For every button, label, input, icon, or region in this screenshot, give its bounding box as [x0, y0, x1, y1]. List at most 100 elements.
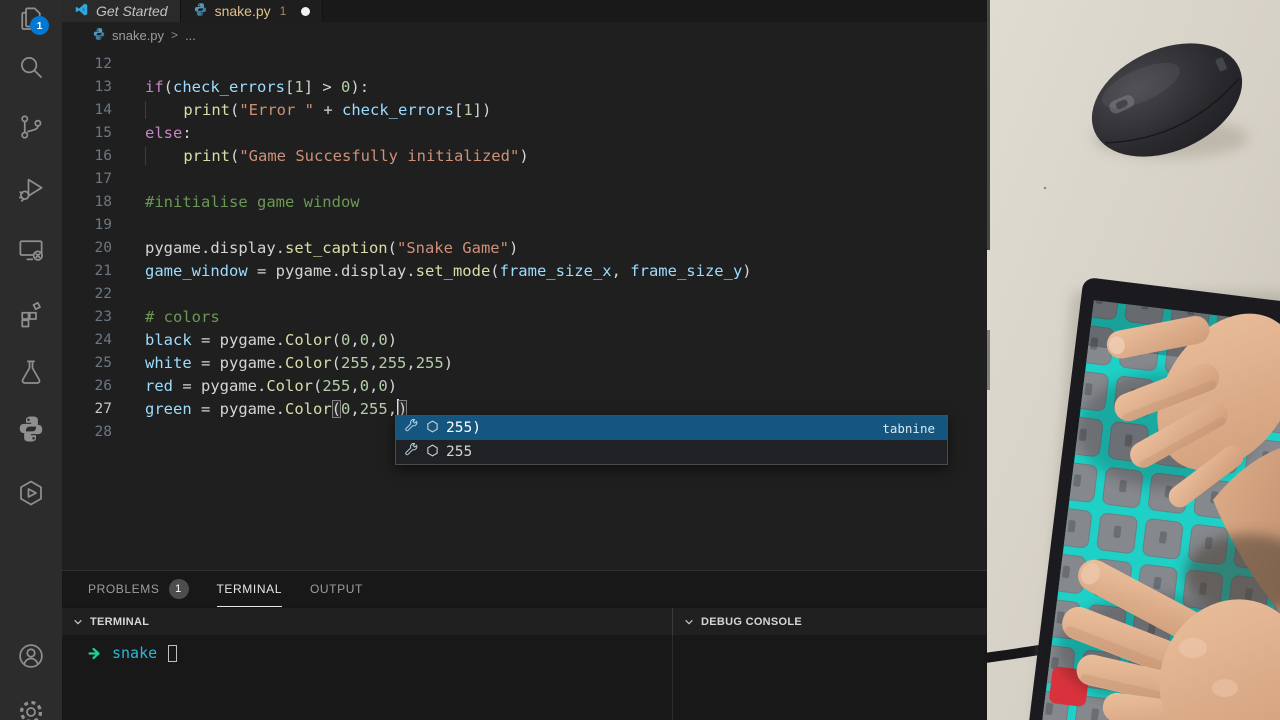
extensions-icon [16, 300, 46, 335]
activity-bar-item-extensions[interactable] [0, 300, 62, 340]
code-line[interactable]: 15 else: [62, 122, 987, 145]
breadcrumb-file[interactable]: snake.py [112, 28, 164, 43]
code-line[interactable]: 25 white = pygame.Color(255,255,255) [62, 352, 987, 375]
line-number: 28 [94, 424, 112, 440]
code-line[interactable]: 24 black = pygame.Color(0,0,0) [62, 329, 987, 352]
code-line[interactable]: 21 game_window = pygame.display.set_mode(… [62, 260, 987, 283]
tab-bar: Get Started snake.py 1 [62, 0, 987, 22]
line-number: 24 [94, 332, 112, 348]
python-icon [16, 414, 46, 449]
tab-label: snake.py [214, 3, 271, 19]
code-line[interactable]: 20 pygame.display.set_caption("Snake Game… [62, 237, 987, 260]
suggestion-item[interactable]: 255 [396, 440, 947, 464]
tab-decoration: 1 [279, 4, 287, 18]
terminal-section-header[interactable]: TERMINAL [62, 608, 672, 635]
panel-tab-problems[interactable]: PROBLEMS 1 [88, 572, 189, 607]
activity-bar-item-hexagon-play[interactable] [0, 478, 62, 518]
chevron-down-icon [685, 619, 693, 624]
line-content: black = pygame.Color(0,0,0) [145, 331, 398, 349]
search-icon [16, 52, 46, 87]
panel-tab-label: OUTPUT [309, 581, 363, 596]
line-number: 27 [94, 401, 112, 417]
code-editor[interactable]: 12 13 if(check_errors[1] > 0): 14 print("Er… [62, 48, 987, 570]
line-content: if(check_errors[1] > 0): [145, 78, 370, 96]
wrench-icon [403, 442, 419, 462]
tab-label: Get Started [96, 3, 168, 19]
activity-bar-item-run-debug[interactable] [0, 174, 62, 214]
panel-split-divider[interactable] [672, 635, 673, 720]
line-content: else: [145, 124, 192, 142]
panel-tab-bar: PROBLEMS 1 TERMINAL OUTPUT [62, 571, 987, 607]
run-debug-icon [16, 174, 46, 209]
line-number: 21 [94, 263, 112, 279]
vscode-logo-icon [74, 2, 89, 20]
editor-area: Get Started snake.py 1 snake.py > ... 12 1… [62, 0, 987, 720]
problems-badge: 1 [168, 578, 189, 599]
activity-bar-item-search[interactable] [0, 52, 62, 92]
explorer-badge: 1 [30, 16, 49, 35]
line-content: # colors [145, 308, 220, 326]
chevron-down-icon [74, 619, 82, 624]
activity-bar-item-python[interactable] [0, 414, 62, 454]
line-content: print("Game Succesfully initialized") [145, 145, 529, 168]
tab-get-started[interactable]: Get Started [62, 0, 181, 22]
panel-tab-label: PROBLEMS [88, 581, 160, 596]
activity-bar-item-accounts[interactable] [0, 641, 62, 681]
code-line[interactable]: 14 print("Error " + check_errors[1]) [62, 99, 987, 122]
hexagon-play-icon [16, 478, 46, 513]
panel-tab-terminal[interactable]: TERMINAL [216, 572, 282, 607]
activity-bar: 1 [0, 0, 62, 720]
terminal-prompt-arrow-icon [88, 647, 100, 659]
code-line[interactable]: 26 red = pygame.Color(255,0,0) [62, 375, 987, 398]
code-line[interactable]: 22 [62, 283, 987, 306]
line-content: game_window = pygame.display.set_mode(fr… [145, 262, 752, 280]
source-control-icon [16, 112, 46, 147]
activity-bar-item-testing[interactable] [0, 357, 62, 397]
desk-photo-scene [987, 0, 1280, 720]
panel-section-headers: TERMINAL DEBUG CONSOLE [62, 607, 987, 635]
breadcrumb[interactable]: snake.py > ... [62, 22, 987, 48]
activity-bar-item-remote-explorer[interactable] [0, 235, 62, 275]
terminal-content[interactable]: snake [62, 635, 987, 720]
bottom-panel: PROBLEMS 1 TERMINAL OUTPUT TERMINAL DEBUG C… [62, 570, 987, 720]
code-line[interactable]: 12 [62, 53, 987, 76]
line-content: #initialise game window [145, 193, 360, 211]
line-content: red = pygame.Color(255,0,0) [145, 377, 398, 395]
panel-tab-output[interactable]: OUTPUT [310, 572, 363, 607]
code-line[interactable]: 19 [62, 214, 987, 237]
testing-icon [16, 357, 46, 392]
line-number: 19 [94, 217, 112, 233]
line-number: 15 [94, 125, 112, 141]
line-number: 26 [94, 378, 112, 394]
settings-gear-icon [16, 697, 46, 720]
activity-bar-item-settings-gear[interactable] [0, 697, 62, 720]
code-line[interactable]: 23 # colors [62, 306, 987, 329]
dirty-indicator[interactable] [301, 6, 311, 16]
code-line[interactable]: 16 print("Game Succesfully initialized") [62, 145, 987, 168]
code-line[interactable]: 13 if(check_errors[1] > 0): [62, 76, 987, 99]
line-number: 13 [94, 79, 112, 95]
line-number: 12 [94, 56, 112, 72]
activity-bar-item-source-control[interactable] [0, 112, 62, 152]
debug-console-section-header[interactable]: DEBUG CONSOLE [672, 608, 987, 635]
line-content: print("Error " + check_errors[1]) [145, 99, 491, 122]
breadcrumb-ellipsis[interactable]: ... [185, 28, 196, 43]
tab-snake-py[interactable]: snake.py 1 [180, 0, 324, 22]
autocomplete-popup: 255) tabnine 255 [395, 415, 948, 465]
line-content: white = pygame.Color(255,255,255) [145, 354, 454, 372]
activity-bar-item-files[interactable]: 1 [0, 4, 62, 44]
hexagon-icon [426, 443, 439, 461]
terminal-command: snake [112, 644, 158, 662]
python-icon [92, 27, 106, 44]
breadcrumb-separator: > [171, 28, 179, 42]
line-number: 18 [94, 194, 112, 210]
line-number: 20 [94, 240, 112, 256]
panel-tab-label: TERMINAL [216, 581, 282, 596]
suggestion-item[interactable]: 255) tabnine [396, 416, 947, 440]
remote-explorer-icon [16, 235, 46, 270]
terminal-prompt-line: snake [88, 644, 178, 662]
suggestion-label: 255) [446, 420, 481, 436]
code-line[interactable]: 18 #initialise game window [62, 191, 987, 214]
code-line[interactable]: 17 [62, 168, 987, 191]
line-number: 23 [94, 309, 112, 325]
